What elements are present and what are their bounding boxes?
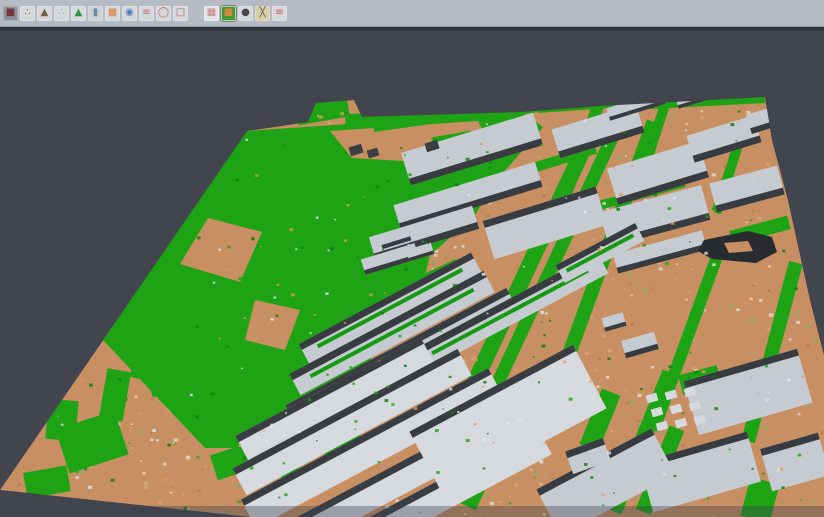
toolbar-region-icon[interactable]: ◯ — [156, 6, 171, 21]
toolbar-terrain-model-icon[interactable]: ▲ — [71, 6, 86, 21]
toolbar-selection-icon[interactable]: □ — [173, 6, 188, 21]
toolbar-model-globe-icon[interactable]: ◉ — [122, 6, 137, 21]
toolbar-markers-icon[interactable]: ╳ — [255, 6, 270, 21]
toolbar-classification-icon[interactable]: ■ — [221, 6, 236, 21]
toolbar-workspace-icon[interactable]: ■ — [3, 6, 18, 21]
toolbar-separator — [0, 27, 824, 31]
toolbar-texture-icon[interactable]: ≡ — [139, 6, 154, 21]
pond-inner — [724, 241, 753, 253]
toolbar-tie-points-icon[interactable]: ∴ — [20, 6, 35, 21]
toolbar: ■∴▲∴▲▮■◉≡◯□▦■●╳≡ — [0, 0, 824, 27]
toolbar-camera-icon[interactable]: ● — [238, 6, 253, 21]
toolbar-mesh-icon[interactable]: ■ — [105, 6, 120, 21]
toolbar-dense-cloud-icon[interactable]: ▮ — [88, 6, 103, 21]
viewport-3d[interactable] — [0, 0, 824, 517]
toolbar-orthomosaic-icon[interactable]: ▦ — [204, 6, 219, 21]
bottom-dim-band — [0, 506, 824, 517]
toolbar-dem-icon[interactable]: ▲ — [37, 6, 52, 21]
toolbar-sparse-cloud-icon[interactable]: ∴ — [54, 6, 69, 21]
toolbar-icons: ■∴▲∴▲▮■◉≡◯□▦■●╳≡ — [2, 6, 288, 21]
toolbar-flags-icon[interactable]: ≡ — [272, 6, 287, 21]
application-window: ■∴▲∴▲▮■◉≡◯□▦■●╳≡ — [0, 0, 824, 517]
